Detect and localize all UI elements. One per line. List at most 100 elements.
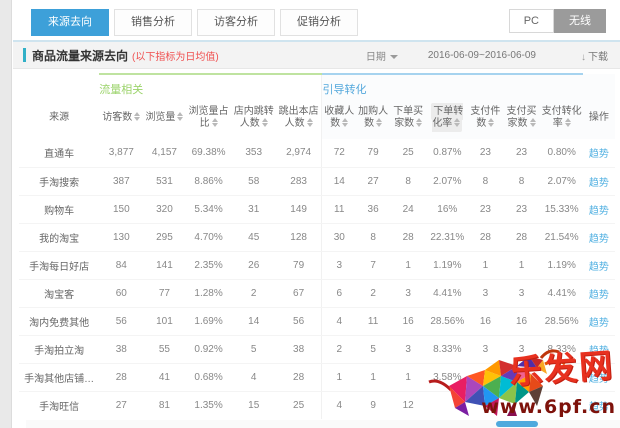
value-cell: 79 [276, 251, 322, 279]
sort-icon[interactable] [134, 112, 140, 121]
sort-icon[interactable] [454, 118, 460, 127]
trend-link[interactable]: 趋势 [589, 318, 609, 329]
trend-link[interactable]: 趋势 [589, 374, 609, 385]
value-cell: 36 [356, 195, 390, 223]
trend-link[interactable]: 趋势 [589, 262, 609, 273]
sort-icon[interactable] [342, 118, 348, 127]
header-controls: 日期 2016-06-09~2016-06-09 ↓下载 [366, 48, 608, 63]
column-header-加购人数[interactable]: 加购人数 [356, 97, 390, 139]
sort-icon[interactable] [488, 118, 494, 127]
sort-icon[interactable] [376, 118, 382, 127]
trend-link[interactable]: 趋势 [589, 178, 609, 189]
column-header-浏览量占比[interactable]: 浏览量占比 [186, 97, 232, 139]
value-cell: 3 [468, 335, 502, 363]
source-cell: 手淘搜索 [19, 167, 99, 195]
value-cell: 12 [390, 391, 426, 419]
value-cell: 1.19% [426, 251, 468, 279]
device-toggle: PC 无线 [509, 9, 606, 33]
value-cell: 8 [502, 167, 540, 195]
trend-link[interactable]: 趋势 [589, 402, 609, 413]
tab-来源去向[interactable]: 来源去向 [31, 9, 109, 36]
value-cell: 4 [322, 307, 356, 335]
value-cell: 353 [232, 139, 276, 167]
wireless-toggle-button[interactable]: 无线 [554, 9, 606, 33]
chevron-down-icon [390, 55, 398, 59]
value-cell: 1 [390, 251, 426, 279]
value-cell: 23 [468, 139, 502, 167]
value-cell: 81 [143, 391, 185, 419]
tab-访客分析[interactable]: 访客分析 [197, 9, 275, 36]
action-cell: 趋势 [583, 167, 615, 195]
action-cell: 趋势 [583, 139, 615, 167]
column-header-收藏人数[interactable]: 收藏人数 [322, 97, 356, 139]
value-cell: 0 [468, 363, 502, 391]
value-cell: 531 [143, 167, 185, 195]
table-row: 直通车3,8774,15769.38%3532,9747279250.87%23… [19, 139, 615, 167]
sort-icon[interactable] [262, 118, 268, 127]
value-cell: 2.07% [426, 167, 468, 195]
value-cell: 4 [322, 391, 356, 419]
sort-icon[interactable] [212, 118, 218, 127]
trend-link[interactable]: 趋势 [589, 149, 609, 160]
column-header-支付件数[interactable]: 支付件数 [468, 97, 502, 139]
sort-icon[interactable] [177, 112, 183, 121]
value-cell: 28 [99, 363, 143, 391]
value-cell: 3 [502, 279, 540, 307]
tab-销售分析[interactable]: 销售分析 [114, 9, 192, 36]
trend-link[interactable]: 趋势 [589, 206, 609, 217]
value-cell: 21.54% [541, 223, 583, 251]
date-range-value[interactable]: 2016-06-09~2016-06-09 [428, 50, 536, 61]
column-header-下单买家数[interactable]: 下单买家数 [390, 97, 426, 139]
column-header-访客数[interactable]: 访客数 [99, 97, 143, 139]
value-cell: 60 [99, 279, 143, 307]
pc-toggle-button[interactable]: PC [509, 9, 554, 33]
value-cell: 5 [356, 335, 390, 363]
date-dropdown[interactable]: 日期 [366, 48, 398, 63]
value-cell: 1 [468, 251, 502, 279]
value-cell: 5.34% [186, 195, 232, 223]
value-cell: 23 [502, 195, 540, 223]
column-header-店内跳转人数[interactable]: 店内跳转人数 [232, 97, 276, 139]
trend-link[interactable]: 趋势 [589, 290, 609, 301]
value-cell: 67 [276, 279, 322, 307]
download-button[interactable]: ↓下载 [581, 48, 608, 63]
value-cell: 56 [99, 307, 143, 335]
value-cell: 130 [99, 223, 143, 251]
value-cell: 6 [322, 279, 356, 307]
scrollbar-thumb[interactable] [496, 421, 538, 427]
sort-icon[interactable] [307, 118, 313, 127]
value-cell: 14 [322, 167, 356, 195]
sort-icon[interactable] [530, 118, 536, 127]
sort-icon[interactable] [565, 118, 571, 127]
value-cell: 16 [468, 307, 502, 335]
value-cell: 2.35% [186, 251, 232, 279]
trend-link[interactable]: 趋势 [589, 234, 609, 245]
value-cell [502, 363, 540, 391]
traffic-table-wrap: 流量相关引导转化来源访客数浏览量浏览量占比店内跳转人数跳出本店人数收藏人数加购人… [13, 69, 620, 419]
horizontal-scrollbar[interactable] [26, 420, 620, 428]
table-row: 淘宝客60771.28%2676234.41%334.41%趋势 [19, 279, 615, 307]
column-header-下单转化率[interactable]: 下单转化率 [426, 97, 468, 139]
value-cell: 55 [143, 335, 185, 363]
column-header-跳出本店人数[interactable]: 跳出本店人数 [276, 97, 322, 139]
value-cell: 2 [322, 335, 356, 363]
tab-促销分析[interactable]: 促销分析 [280, 9, 358, 36]
value-cell: 8.33% [426, 335, 468, 363]
value-cell [541, 363, 583, 391]
value-cell: 31 [232, 195, 276, 223]
column-header-支付转化率[interactable]: 支付转化率 [541, 97, 583, 139]
value-cell: 2 [356, 279, 390, 307]
value-cell: 84 [99, 251, 143, 279]
value-cell: 28.56% [541, 307, 583, 335]
value-cell: 16% [426, 195, 468, 223]
sort-icon[interactable] [416, 118, 422, 127]
value-cell: 25 [276, 391, 322, 419]
value-cell: 0.80% [541, 139, 583, 167]
action-cell: 趋势 [583, 307, 615, 335]
trend-link[interactable]: 趋势 [589, 346, 609, 357]
table-row: 购物车1503205.34%3114911362416%232315.33%趋势 [19, 195, 615, 223]
column-header-浏览量[interactable]: 浏览量 [143, 97, 185, 139]
value-cell: 38 [99, 335, 143, 363]
column-header-支付买家数[interactable]: 支付买家数 [502, 97, 540, 139]
table-row: 我的淘宝1302954.70%451283082822.31%282821.54… [19, 223, 615, 251]
